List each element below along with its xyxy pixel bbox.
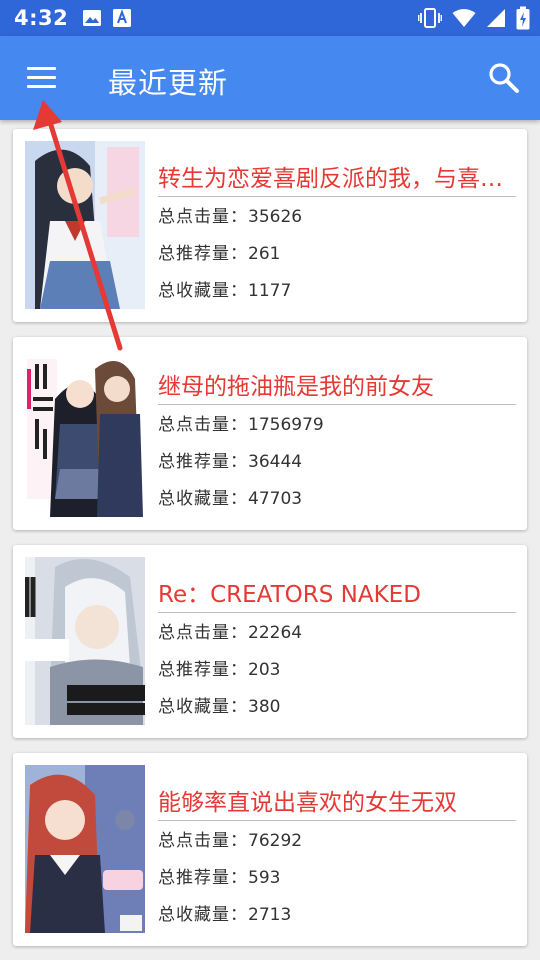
recommends-value: 593 xyxy=(248,868,281,888)
hits-value: 76292 xyxy=(248,831,303,851)
book-card[interactable]: 继母的拖油瓶是我的前女友 总点击量：1756979 总推荐量：36444 总收藏… xyxy=(13,337,527,530)
recommends-value: 36444 xyxy=(248,452,303,472)
book-title[interactable]: 能够率直说出喜欢的女生无双 xyxy=(158,783,516,821)
favorites-label: 总收藏量： xyxy=(158,697,248,717)
hits-label: 总点击量： xyxy=(158,207,248,227)
favorites-label: 总收藏量： xyxy=(158,281,248,301)
recommends-stat: 总推荐量：203 xyxy=(158,655,280,680)
font-notification-icon xyxy=(113,9,132,27)
hits-value: 1756979 xyxy=(248,415,324,435)
book-card[interactable]: 转生为恋爱喜剧反派的我，与喜爱的女角 总点击量：35626 总推荐量：261 总… xyxy=(13,129,527,322)
recommends-label: 总推荐量： xyxy=(158,452,248,472)
cell-signal-icon xyxy=(487,9,505,27)
favorites-label: 总收藏量： xyxy=(158,489,248,509)
recommends-label: 总推荐量： xyxy=(158,244,248,264)
hits-stat: 总点击量：35626 xyxy=(158,202,302,227)
app-bar: 最近更新 xyxy=(0,36,540,120)
status-time: 4:32 xyxy=(14,6,69,30)
favorites-value: 1177 xyxy=(248,281,292,301)
menu-icon[interactable] xyxy=(20,58,64,98)
favorites-label: 总收藏量： xyxy=(158,905,248,925)
favorites-stat: 总收藏量：47703 xyxy=(158,484,302,509)
recommends-stat: 总推荐量：593 xyxy=(158,863,280,888)
book-cover-image xyxy=(25,557,145,725)
favorites-value: 2713 xyxy=(248,905,292,925)
search-icon[interactable] xyxy=(486,60,522,96)
favorites-value: 380 xyxy=(248,697,281,717)
hits-label: 总点击量： xyxy=(158,415,248,435)
hits-stat: 总点击量：22264 xyxy=(158,618,302,643)
book-title[interactable]: Re：CREATORS NAKED xyxy=(158,575,516,613)
hits-value: 22264 xyxy=(248,623,303,643)
wifi-icon xyxy=(452,9,476,27)
recommends-value: 203 xyxy=(248,660,281,680)
book-card[interactable]: 能够率直说出喜欢的女生无双 总点击量：76292 总推荐量：593 总收藏量：2… xyxy=(13,753,527,946)
favorites-stat: 总收藏量：1177 xyxy=(158,276,291,301)
page-title: 最近更新 xyxy=(108,66,229,100)
recommends-label: 总推荐量： xyxy=(158,868,248,888)
hits-stat: 总点击量：1756979 xyxy=(158,410,324,435)
vibrate-icon xyxy=(418,8,442,28)
battery-icon xyxy=(516,6,530,30)
recommends-value: 261 xyxy=(248,244,281,264)
hits-stat: 总点击量：76292 xyxy=(158,826,302,851)
book-card[interactable]: Re：CREATORS NAKED 总点击量：22264 总推荐量：203 总收… xyxy=(13,545,527,738)
book-cover-image xyxy=(25,349,145,517)
hits-label: 总点击量： xyxy=(158,831,248,851)
book-cover-image xyxy=(25,141,145,309)
book-title[interactable]: 转生为恋爱喜剧反派的我，与喜爱的女角 xyxy=(158,159,516,197)
hits-value: 35626 xyxy=(248,207,303,227)
status-bar: 4:32 xyxy=(0,0,540,36)
hits-label: 总点击量： xyxy=(158,623,248,643)
favorites-value: 47703 xyxy=(248,489,303,509)
recommends-stat: 总推荐量：261 xyxy=(158,239,280,264)
favorites-stat: 总收藏量：2713 xyxy=(158,900,291,925)
favorites-stat: 总收藏量：380 xyxy=(158,692,280,717)
recommends-stat: 总推荐量：36444 xyxy=(158,447,302,472)
book-title[interactable]: 继母的拖油瓶是我的前女友 xyxy=(158,367,516,405)
recommends-label: 总推荐量： xyxy=(158,660,248,680)
book-cover-image xyxy=(25,765,145,933)
image-notification-icon xyxy=(83,10,102,26)
